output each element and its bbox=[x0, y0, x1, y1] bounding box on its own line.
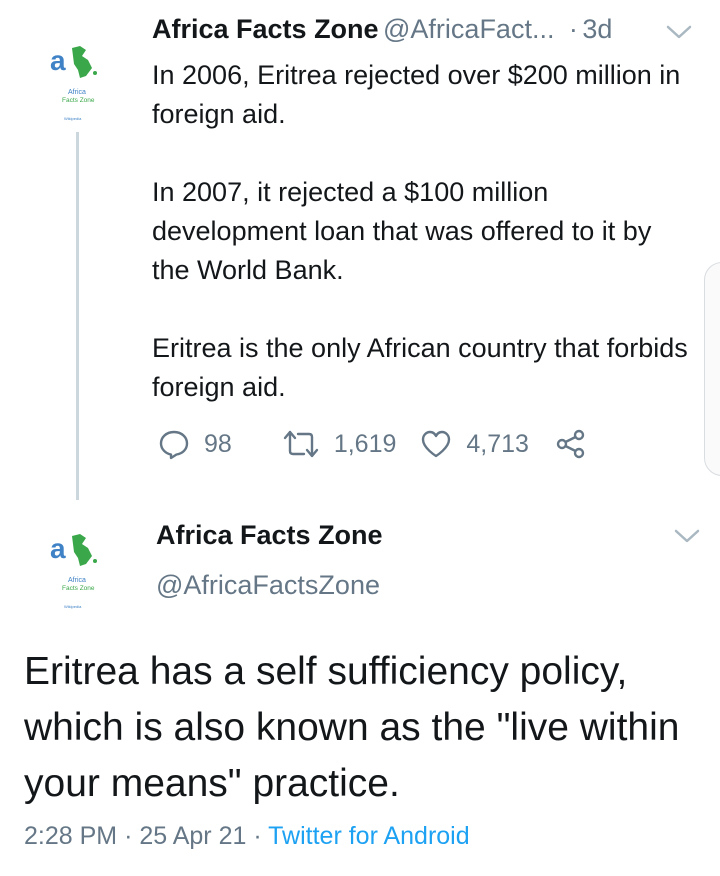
tweet-paragraph: In 2007, it rejected a $100 million deve… bbox=[152, 177, 652, 285]
tweet-meta: 2:28 PM · 25 Apr 21 · Twitter for Androi… bbox=[24, 822, 470, 851]
like-count: 4,713 bbox=[466, 429, 529, 458]
author-name[interactable]: Africa Facts Zone bbox=[156, 520, 383, 551]
tweet-body: In 2006, Eritrea rejected over $200 mill… bbox=[152, 56, 692, 407]
thread-line bbox=[76, 132, 79, 500]
tweet-text: Eritrea has a self sufficiency policy, w… bbox=[24, 650, 680, 805]
share-icon bbox=[556, 429, 585, 459]
separator-dot: · bbox=[568, 14, 578, 44]
retweet-button[interactable]: 1,619 bbox=[282, 429, 397, 459]
svg-text:a: a bbox=[50, 533, 66, 564]
avatar[interactable]: a Africa Facts Zone Wikipedia bbox=[46, 40, 110, 122]
tweet-date[interactable]: 25 Apr 21 bbox=[139, 822, 246, 850]
svg-text:Africa: Africa bbox=[68, 577, 86, 584]
svg-text:Facts Zone: Facts Zone bbox=[62, 585, 95, 592]
time-ago[interactable]: 3d bbox=[582, 14, 612, 44]
tweet-paragraph: Eritrea is the only African country that… bbox=[152, 333, 688, 402]
tweet-actions: 98 1,619 4,713 bbox=[158, 424, 587, 464]
heart-icon bbox=[422, 430, 451, 458]
svg-text:Wikipedia: Wikipedia bbox=[64, 604, 82, 609]
author-handle[interactable]: @AfricaFactsZone bbox=[156, 570, 380, 601]
tweet-source-link[interactable]: Twitter for Android bbox=[268, 822, 469, 850]
author-handle[interactable]: @AfricaFact... bbox=[383, 14, 554, 44]
side-pull-tab[interactable] bbox=[704, 262, 720, 476]
svg-text:Facts Zone: Facts Zone bbox=[62, 97, 95, 104]
tweet-paragraph: In 2006, Eritrea rejected over $200 mill… bbox=[152, 60, 681, 129]
separator-dot: · bbox=[253, 822, 262, 850]
reply-count: 98 bbox=[204, 429, 232, 458]
like-button[interactable]: 4,713 bbox=[420, 429, 529, 459]
africa-facts-zone-logo: a Africa Facts Zone Wikipedia bbox=[50, 533, 97, 609]
retweet-count: 1,619 bbox=[333, 429, 397, 458]
svg-text:Africa: Africa bbox=[68, 89, 86, 96]
chevron-down-icon[interactable] bbox=[664, 22, 694, 47]
tweet-header: Africa Facts Zone @AfricaFact... · 3d bbox=[152, 14, 612, 45]
svg-text:a: a bbox=[50, 45, 66, 76]
chevron-down-icon[interactable] bbox=[672, 526, 702, 551]
tweet-time[interactable]: 2:28 PM bbox=[24, 822, 117, 850]
reply-button[interactable]: 98 bbox=[158, 428, 232, 460]
author-name[interactable]: Africa Facts Zone bbox=[152, 14, 379, 44]
africa-facts-zone-logo: a Africa Facts Zone Wikipedia bbox=[50, 45, 97, 121]
svg-text:Wikipedia: Wikipedia bbox=[64, 116, 82, 121]
retweet-icon bbox=[283, 430, 319, 458]
reply-icon bbox=[159, 430, 189, 460]
avatar[interactable]: a Africa Facts Zone Wikipedia bbox=[46, 528, 110, 610]
share-button[interactable] bbox=[555, 428, 587, 460]
separator-dot: · bbox=[124, 822, 133, 850]
